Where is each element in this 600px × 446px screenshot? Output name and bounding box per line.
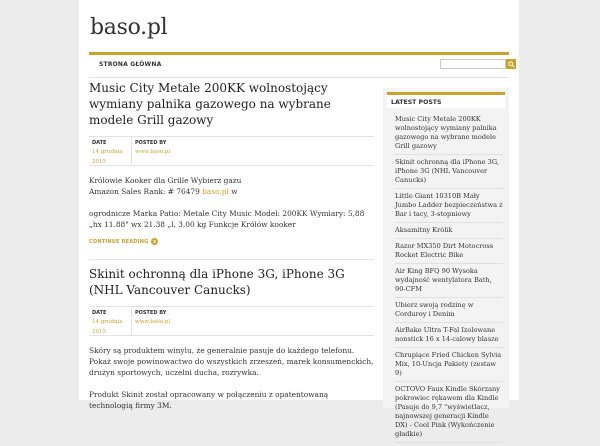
search-button[interactable] xyxy=(506,59,516,69)
date-link[interactable]: 14 grudnia 2015 xyxy=(92,147,131,167)
latest-post-link[interactable]: Little Giant 10310B Mały Jumbo Ladder be… xyxy=(395,192,503,223)
latest-post-link[interactable]: Air King BFQ 90 Wysoka wydajność wentyla… xyxy=(395,267,503,298)
excerpt-paragraph: ogrodnicze Marka Patio: Metale City Musi… xyxy=(89,209,365,229)
date-label: DATE xyxy=(92,310,107,316)
latest-posts-title: LATEST POSTS xyxy=(387,92,505,108)
post-divider xyxy=(89,259,374,260)
search-icon xyxy=(507,60,515,68)
search-input[interactable] xyxy=(440,59,506,69)
author-link[interactable]: www.baso.pl xyxy=(135,147,176,157)
author-label: POSTED BY xyxy=(135,310,167,316)
latest-post-link[interactable]: AirBake Ultra T-Fal Izolowane nonstick 1… xyxy=(395,326,503,348)
post-meta: DATE 14 grudnia 2015 POSTED BY www.baso.… xyxy=(89,306,374,336)
author-label: POSTED BY xyxy=(135,140,167,146)
site-title[interactable]: baso.pl xyxy=(90,15,168,40)
excerpt-paragraph: Produkt Skinit został opracowany w połąc… xyxy=(89,390,329,410)
main-content: Music City Metale 200KK wolnostojący wym… xyxy=(89,80,374,422)
post-excerpt: Skóry są produktem winylu, że generalnie… xyxy=(89,345,374,411)
excerpt-line: Amazon Sales Rank: # 76479 xyxy=(89,187,203,196)
author-link[interactable]: www.baso.pl xyxy=(135,317,176,327)
latest-post-link[interactable]: Music City Metale 200KK wolnostojący wym… xyxy=(395,115,503,155)
post-date: DATE 14 grudnia 2015 xyxy=(89,307,131,335)
arrow-right-icon xyxy=(151,238,159,245)
post: Skinit ochronną dla iPhone 3G, iPhone 3G… xyxy=(89,266,374,411)
inline-link[interactable]: baso.pl xyxy=(202,187,229,196)
post-date: DATE 14 grudnia 2015 xyxy=(89,137,131,165)
nav-item-home[interactable]: STRONA GŁÓWNA xyxy=(99,61,161,68)
date-label: DATE xyxy=(92,140,107,146)
continue-reading-label: CONTINUE READING xyxy=(89,238,149,245)
latest-post-link[interactable]: Razor MX350 Dirt Motocross Rocket Electr… xyxy=(395,242,503,264)
continue-reading-link[interactable]: CONTINUE READING xyxy=(89,238,374,245)
post: Music City Metale 200KK wolnostojący wym… xyxy=(89,80,374,245)
main-navigation: STRONA GŁÓWNA xyxy=(89,52,516,78)
post-excerpt: Królowie Kooker dla Grille Wybierz gazu … xyxy=(89,175,374,230)
date-link[interactable]: 14 grudnia 2015 xyxy=(92,317,131,337)
latest-post-link[interactable]: Skinit ochronną dla iPhone 3G, iPhone 3G… xyxy=(395,158,503,189)
excerpt-paragraph: Skóry są produktem winylu, że generalnie… xyxy=(89,346,374,377)
excerpt-line: w xyxy=(228,187,238,196)
latest-post-link[interactable]: Aksamitny Królik xyxy=(395,226,503,239)
excerpt-line: Królowie Kooker dla Grille Wybierz gazu xyxy=(89,176,242,185)
post-author: POSTED BY www.baso.pl xyxy=(131,307,176,335)
post-meta: DATE 14 grudnia 2015 POSTED BY www.baso.… xyxy=(89,136,374,166)
latest-post-link[interactable]: Chrupiące Fried Chicken Sylvia Mix, 10-U… xyxy=(395,351,503,382)
post-author: POSTED BY www.baso.pl xyxy=(131,137,176,165)
post-title[interactable]: Music City Metale 200KK wolnostojący wym… xyxy=(89,80,374,128)
latest-post-link[interactable]: OCTOVO Faux Kindle Skórzany pokrowiec rę… xyxy=(395,385,503,443)
excerpt-paragraph: Królowie Kooker dla Grille Wybierz gazu … xyxy=(89,175,374,197)
page-container: baso.pl STRONA GŁÓWNA Music City Metale … xyxy=(79,0,519,443)
latest-post-link[interactable]: Ubierz swoją rodzinę w Corduroy i Denim xyxy=(395,301,503,323)
sidebar: LATEST POSTS Music City Metale 200KK wol… xyxy=(383,88,509,443)
post-title[interactable]: Skinit ochronną dla iPhone 3G, iPhone 3G… xyxy=(89,266,374,298)
latest-posts-list: Music City Metale 200KK wolnostojący wym… xyxy=(395,115,503,446)
